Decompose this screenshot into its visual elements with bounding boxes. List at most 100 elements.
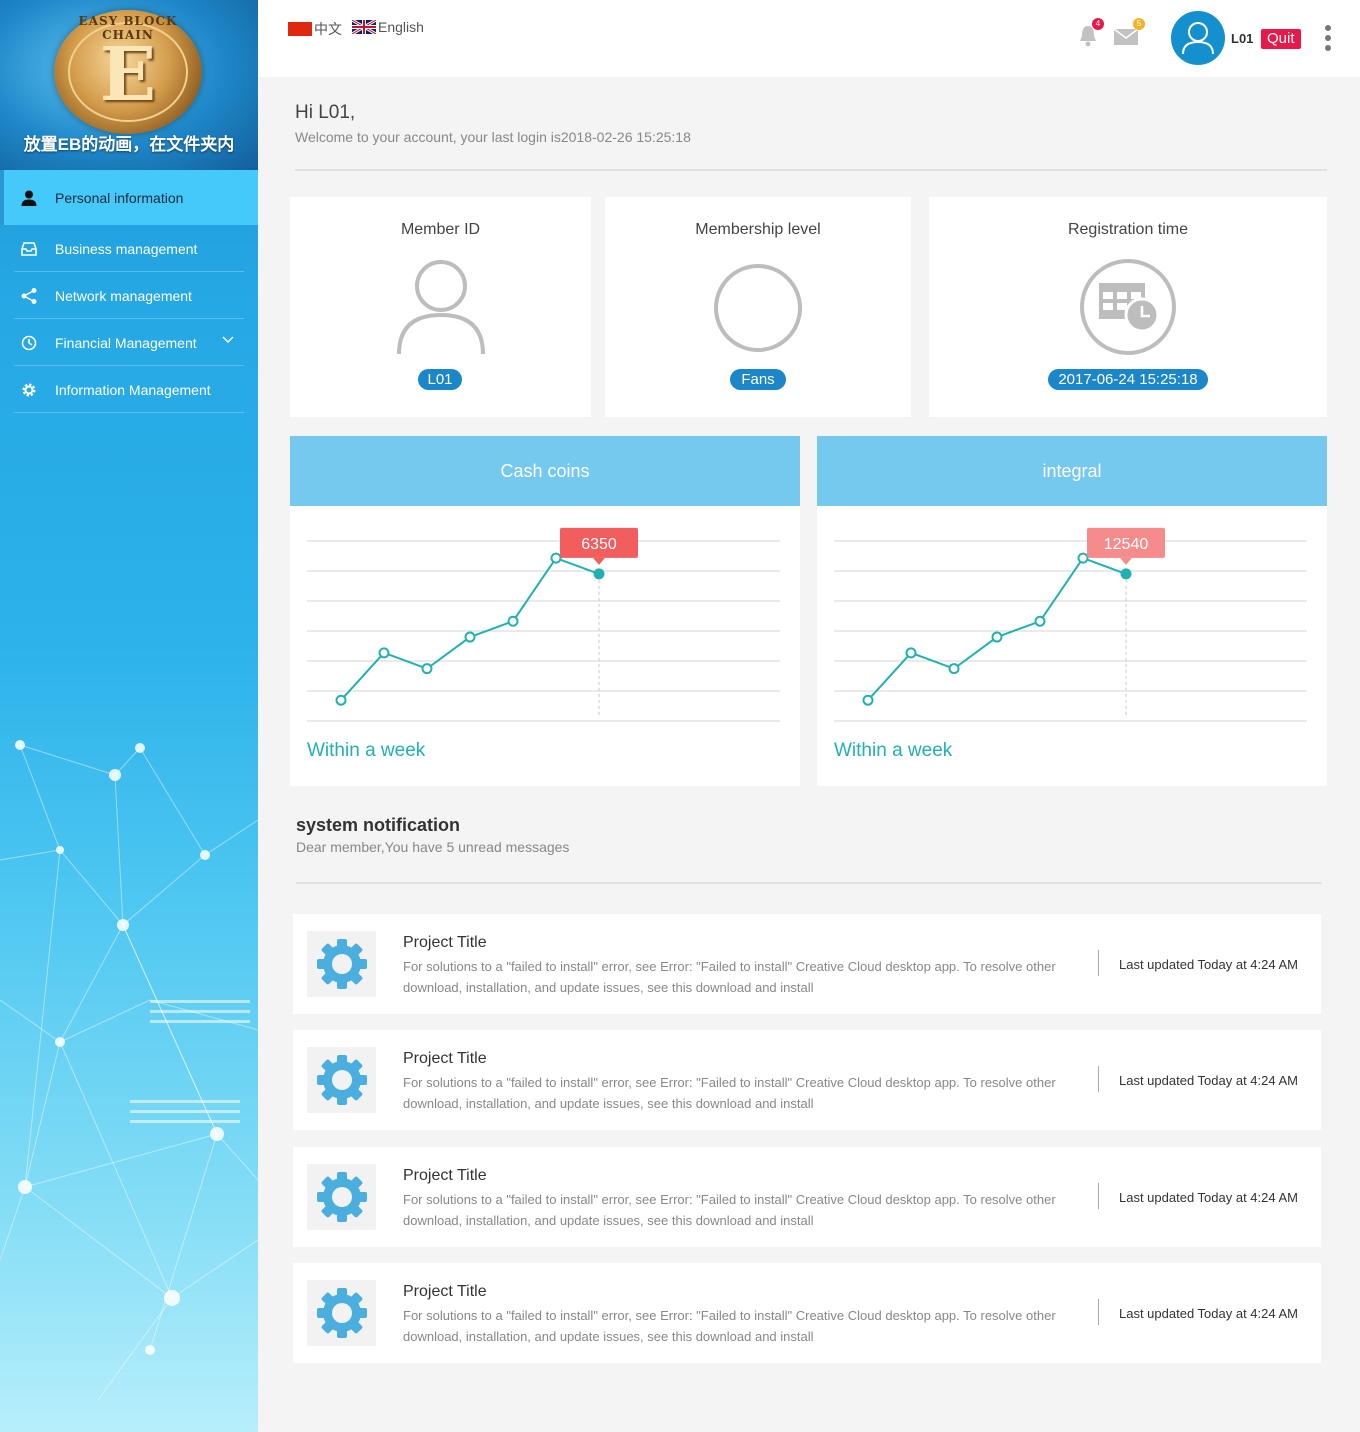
share-icon [20,287,38,305]
integral-line-chart: 12540 [834,527,1307,722]
notification-body: For solutions to a "failed to install" e… [403,959,1056,995]
greeting: Hi L01, [295,102,356,123]
value-tooltip: 12540 [1087,527,1165,565]
data-point [335,694,347,706]
lang-chinese[interactable]: 中文 [288,19,342,39]
sidebar-nav: Personal information Business management… [0,170,258,413]
notification-body: For solutions to a "failed to install" e… [403,1075,1056,1111]
sidebar-item-label: Information Management [55,381,211,398]
divider [295,169,1327,171]
notification-body: For solutions to a "failed to install" e… [403,1308,1056,1344]
cash-coins-chart-card: Cash coins 6350 Within a week [290,436,800,786]
chart-period-label: Within a week [307,740,426,761]
data-point [991,631,1003,643]
notification-item[interactable]: Project Title For solutions to a "failed… [293,1147,1321,1247]
messages-button[interactable]: 5 [1113,18,1145,51]
notification-item[interactable]: Project Title For solutions to a "failed… [293,1263,1321,1363]
sidebar-item-label: Personal information [55,189,184,206]
card-title: Membership level [695,221,821,238]
brand-banner: EASY BLOCK CHAIN E 放置EB的动画，在文件夹内 [0,0,258,170]
level-circle-icon [714,264,802,352]
data-point [1077,552,1089,564]
chart-title: integral [817,436,1327,506]
value-tooltip: 6350 [560,527,638,565]
gear-icon [307,931,376,997]
card-title: Member ID [400,221,481,238]
integral-chart-card: integral 12540 Within a week [817,436,1327,786]
tooltip-value: 6350 [581,536,617,553]
last-login: Welcome to your account, your last login… [295,129,691,145]
chart-period-label: Within a week [834,740,953,761]
data-point [507,615,519,627]
series-line [867,556,1127,701]
tooltip-value: 12540 [1104,536,1149,553]
china-flag-icon [288,22,312,36]
member-id-badge: L01 [418,369,462,390]
avatar[interactable] [1171,11,1225,65]
data-point [464,631,476,643]
lang-english[interactable]: English [351,18,424,36]
sidebar-item-label: Financial Management [55,334,197,351]
brand-caption: 放置EB的动画，在文件夹内 [23,135,235,154]
data-point [1034,615,1046,627]
notification-timestamp: Last updated Today at 4:24 AM [1119,1190,1299,1205]
highlighted-data-point [1120,568,1132,580]
lang-english-label: English [378,19,424,35]
unread-count-text: Dear member,You have 5 unread messages [296,839,570,855]
chart-title: Cash coins [290,436,800,506]
system-notification-header: system notification Dear member,You have… [296,815,569,855]
divider [296,882,1322,884]
user-avatar-icon [1182,22,1214,55]
sidebar-item-label: Business management [55,240,198,257]
logo-letter: E [99,32,157,118]
logo[interactable]: EASY BLOCK CHAIN E [54,10,202,134]
sidebar-item-financial-management[interactable]: Financial Management [0,319,258,366]
user-outline-icon [397,260,485,355]
sidebar-item-label: Network management [55,287,192,304]
membership-level-badge: Fans [730,369,786,390]
notification-title: Project Title [403,1050,487,1067]
notification-count-badge: 4 [1092,18,1104,30]
data-point [421,663,433,675]
sidebar-item-personal-information[interactable]: Personal information [0,170,258,225]
notification-title: Project Title [403,1283,487,1300]
notification-item[interactable]: Project Title For solutions to a "failed… [293,914,1321,1014]
data-point [905,647,917,659]
notification-title: Project Title [403,934,487,951]
message-count-badge: 5 [1133,18,1145,30]
gear-icon [20,381,38,399]
series-line [340,556,600,701]
lang-chinese-label: 中文 [314,21,342,37]
notification-item[interactable]: Project Title For solutions to a "failed… [293,1030,1321,1130]
notification-title: Project Title [403,1167,487,1184]
data-point [378,647,390,659]
data-point [550,552,562,564]
notification-timestamp: Last updated Today at 4:24 AM [1119,1306,1299,1321]
uk-flag-icon [351,18,377,36]
card-title: Registration time [1067,221,1189,238]
top-bar: 中文 English 4 5 L01 Quit [258,0,1360,77]
notification-timestamp: Last updated Today at 4:24 AM [1119,1073,1299,1088]
chevron-down-icon[interactable] [222,333,234,347]
highlighted-data-point [593,568,605,580]
username: L01 [1231,31,1254,46]
notifications-button[interactable]: 4 [1078,18,1104,53]
calendar-clock-icon [1080,259,1176,355]
data-point [948,663,960,675]
sidebar: EASY BLOCK CHAIN E 放置EB的动画，在文件夹内 Persona… [0,0,258,1432]
gear-icon [307,1047,376,1113]
more-menu-icon[interactable] [1324,24,1332,57]
section-title: system notification [296,815,461,835]
notification-body: For solutions to a "failed to install" e… [403,1192,1056,1228]
registration-time-badge: 2017-06-24 15:25:18 [1048,369,1208,390]
gear-icon [307,1164,376,1230]
sidebar-item-information-management[interactable]: Information Management [0,366,258,413]
finance-icon [20,334,38,352]
sidebar-item-business-management[interactable]: Business management [0,225,258,272]
welcome-section: Hi L01, Welcome to your account, your la… [295,102,691,145]
sidebar-item-network-management[interactable]: Network management [0,272,258,319]
data-point [862,694,874,706]
quit-button[interactable]: Quit [1261,29,1301,49]
inbox-icon [20,240,38,258]
gear-icon [307,1280,376,1346]
